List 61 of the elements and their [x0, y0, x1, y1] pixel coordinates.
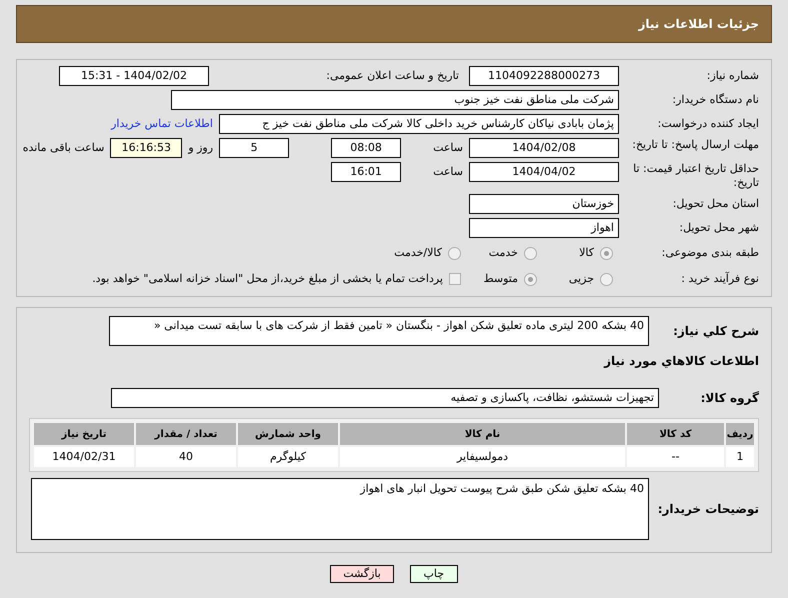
table-cell: کیلوگرم — [238, 447, 338, 467]
buyer-contact-link[interactable]: اطلاعات تماس خریدار — [111, 116, 213, 132]
radio-button[interactable] — [524, 246, 537, 260]
table-cell: 1 — [726, 447, 754, 467]
field-label: ایجاد کننده درخواست: — [656, 116, 759, 132]
field-label: شرح کلي نياز: — [672, 323, 759, 340]
field-label: طبقه بندی موضوعی: — [660, 244, 759, 261]
field-label: ساعت — [433, 164, 463, 180]
field-label: کالا — [579, 244, 594, 261]
field-label: گروه کالا: — [700, 390, 759, 407]
text-field[interactable]: 1404/02/08 — [469, 138, 619, 158]
column-header: تعداد / مقدار — [136, 423, 236, 445]
field-label: استان محل تحویل: — [672, 196, 759, 212]
field-label: نام دستگاه خریدار: — [671, 92, 759, 108]
radio-button[interactable] — [600, 246, 613, 260]
field-label: تاریخ و ساعت اعلان عمومی: — [325, 68, 459, 84]
field-label: خدمت — [488, 244, 518, 261]
text-field[interactable]: 1404/02/02 - 15:31 — [59, 66, 209, 86]
radio-button[interactable] — [600, 272, 613, 286]
checkbox[interactable] — [449, 273, 461, 285]
text-field[interactable]: خوزستان — [469, 194, 619, 214]
text-field[interactable]: 16:16:53 — [110, 138, 182, 158]
field-label: توضیحات خریدار: — [656, 501, 759, 518]
print-button[interactable]: چاپ — [410, 565, 458, 583]
text-field[interactable]: 5 — [219, 138, 290, 158]
radio-button[interactable] — [448, 246, 461, 260]
text-field[interactable]: 1104092288000273 — [469, 66, 619, 86]
text-area[interactable]: 40 بشکه تعلیق شکن طبق شرح پیوست تحویل انبار های اهواز — [31, 478, 649, 540]
field-label: پرداخت تمام یا بخشی از مبلغ خرید،از محل "اسناد خزانه اسلامی" خواهد بود. — [92, 270, 443, 287]
text-field[interactable]: اهواز — [469, 218, 619, 238]
column-header: کد کالا — [627, 423, 724, 445]
field-label: حداقل تاریخ اعتبار قیمت: تا تاریخ: — [632, 162, 759, 190]
field-label: شهر محل تحویل: — [678, 220, 759, 236]
column-header: نام کالا — [340, 423, 625, 445]
page-title: جزئیات اطلاعات نیاز — [638, 16, 759, 33]
field-label: کالا/خدمت — [394, 244, 442, 261]
field-label: نوع فرآیند خرید : — [680, 270, 759, 287]
back-button[interactable]: بازگشت — [330, 565, 394, 583]
field-label: جزیی — [568, 270, 594, 287]
column-header: ردیف — [726, 423, 754, 445]
text-field[interactable]: شرکت ملی مناطق نفت خیز جنوب — [171, 90, 619, 110]
table-cell: 40 — [136, 447, 236, 467]
text-field[interactable]: 16:01 — [331, 162, 402, 182]
column-header: واحد شمارش — [238, 423, 338, 445]
field-label: متوسط — [483, 270, 518, 287]
section-heading: اطلاعات کالاهاي مورد نياز — [602, 353, 759, 370]
text-field[interactable]: 1404/04/02 — [469, 162, 619, 182]
field-label: مهلت ارسال پاسخ: تا تاریخ: — [631, 138, 759, 152]
text-field[interactable]: پژمان بابادی نیاکان کارشناس خرید داخلی کالا شرکت ملی مناطق نفت خیز ج — [219, 114, 619, 134]
table-cell: 1404/02/31 — [34, 447, 134, 467]
field-label: شماره نیاز: — [706, 68, 759, 84]
field-label: روز و — [188, 140, 214, 156]
table-cell: -- — [627, 447, 724, 467]
text-field[interactable]: 08:08 — [331, 138, 402, 158]
text-field[interactable]: تجهیزات شستشو، نظافت، پاکسازی و تصفیه — [111, 388, 659, 408]
column-header: تاریخ نیاز — [34, 423, 134, 445]
table-cell: دمولسیفایر — [340, 447, 625, 467]
field-label: ساعت باقی مانده — [22, 140, 104, 156]
field-label: ساعت — [433, 140, 463, 156]
radio-button[interactable] — [524, 272, 537, 286]
text-area[interactable]: 40 بشکه 200 لیتری ماده تعلیق شکن اهواز - بنگستان « تامین فقط از شرکت های با سابقه تست میدانی « — [109, 316, 649, 346]
